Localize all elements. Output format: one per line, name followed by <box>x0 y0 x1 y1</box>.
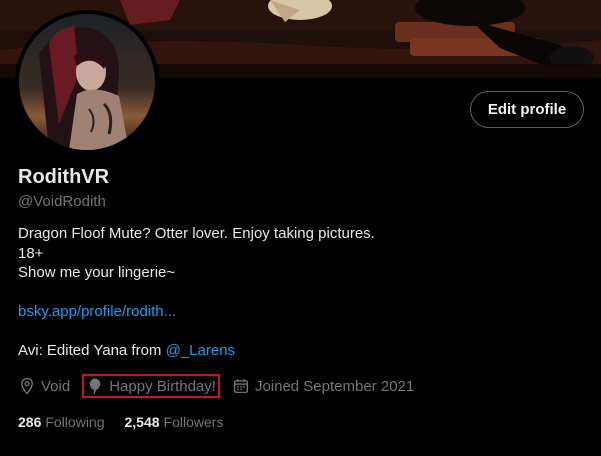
profile-avatar[interactable] <box>15 10 159 154</box>
bio-spacer <box>18 322 375 342</box>
location-text: Void <box>41 377 71 395</box>
following-count: 286 <box>18 414 42 430</box>
followers-count: 2,548 <box>124 414 160 430</box>
followers-label: Followers <box>163 414 224 430</box>
location-pin-icon <box>21 377 33 395</box>
joined-text: Joined September 2021 <box>254 377 415 395</box>
follow-stats: 286 Following 2,548 Followers <box>18 412 243 432</box>
profile-meta: Void Happy Birthday! Joined September 20… <box>18 374 426 398</box>
bio-spacer <box>18 283 375 303</box>
calendar-icon <box>233 379 248 394</box>
bio-avi-line: Avi: Edited Yana from @_Larens <box>18 341 375 361</box>
birthday-text: Happy Birthday! <box>109 377 216 395</box>
bio-link[interactable]: bsky.app/profile/rodith... <box>18 303 176 320</box>
birthday-item: Happy Birthday! <box>82 374 220 398</box>
location-item: Void <box>18 377 70 395</box>
bio-line: Dragon Floof Mute? Otter lover. Enjoy ta… <box>18 225 375 242</box>
following-label: Following <box>45 414 105 430</box>
balloon-icon <box>89 378 101 395</box>
edit-profile-button[interactable]: Edit profile <box>470 91 584 128</box>
profile-bio: Dragon Floof Mute? Otter lover. Enjoy ta… <box>18 224 375 361</box>
profile-handle: @VoidRodith <box>18 193 106 210</box>
following-link[interactable]: 286 Following <box>18 412 105 432</box>
bio-line: Show me your lingerie~ <box>18 264 176 281</box>
joined-item: Joined September 2021 <box>232 377 414 395</box>
bio-line: 18+ <box>18 244 44 262</box>
bio-avi-prefix: Avi: Edited Yana from <box>18 342 162 359</box>
bio-mention-link[interactable]: @_Larens <box>166 342 235 359</box>
display-name: RodithVR <box>18 166 110 188</box>
followers-link[interactable]: 2,548 Followers <box>125 412 224 432</box>
